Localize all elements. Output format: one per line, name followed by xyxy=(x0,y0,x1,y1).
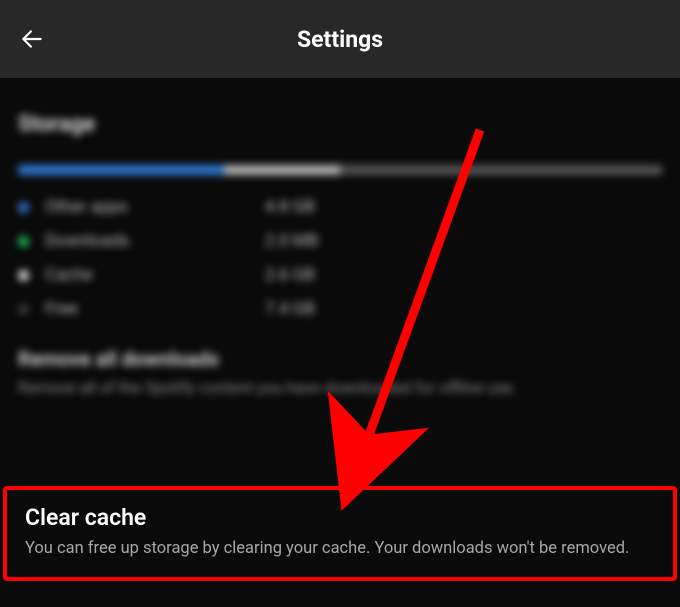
legend-row: Free 7.4 GB xyxy=(18,299,662,319)
remove-all-downloads-item[interactable]: Remove all downloads Remove all of the S… xyxy=(18,347,662,399)
legend-value: 4.8 GB xyxy=(265,197,315,217)
blurred-background-content: Storage Other apps 4.8 GB Downloads 2.0 … xyxy=(0,78,680,399)
storage-section-title: Storage xyxy=(18,112,662,137)
legend-label: Free xyxy=(45,299,265,319)
legend-dot-icon xyxy=(18,202,29,213)
remove-downloads-description: Remove all of the Spotify content you ha… xyxy=(18,377,662,399)
legend-value: 2.0 MB xyxy=(265,231,318,251)
storage-usage-bar xyxy=(18,165,662,175)
legend-value: 7.4 GB xyxy=(265,299,315,319)
legend-dot-icon xyxy=(18,270,29,281)
legend-row: Other apps 4.8 GB xyxy=(18,197,662,217)
header-bar: Settings xyxy=(0,0,680,78)
page-title: Settings xyxy=(0,26,680,53)
settings-content: Storage Other apps 4.8 GB Downloads 2.0 … xyxy=(0,78,680,399)
clear-cache-description: You can free up storage by clearing your… xyxy=(25,537,655,561)
clear-cache-item[interactable]: Clear cache You can free up storage by c… xyxy=(3,486,677,581)
legend-label: Downloads xyxy=(45,231,265,251)
storage-legend: Other apps 4.8 GB Downloads 2.0 MB Cache… xyxy=(18,197,662,319)
storage-segment-cache xyxy=(224,165,340,175)
storage-segment-other-apps xyxy=(18,165,224,175)
legend-row: Downloads 2.0 MB xyxy=(18,231,662,251)
legend-label: Cache xyxy=(45,265,265,285)
legend-value: 2.6 GB xyxy=(265,265,315,285)
legend-row: Cache 2.6 GB xyxy=(18,265,662,285)
storage-segment-free xyxy=(340,165,662,175)
back-button[interactable] xyxy=(18,25,46,53)
arrow-left-icon xyxy=(19,26,45,52)
legend-label: Other apps xyxy=(45,197,265,217)
clear-cache-title: Clear cache xyxy=(25,504,655,531)
remove-downloads-title: Remove all downloads xyxy=(18,347,662,371)
legend-dot-icon xyxy=(18,304,29,315)
legend-dot-icon xyxy=(18,236,29,247)
